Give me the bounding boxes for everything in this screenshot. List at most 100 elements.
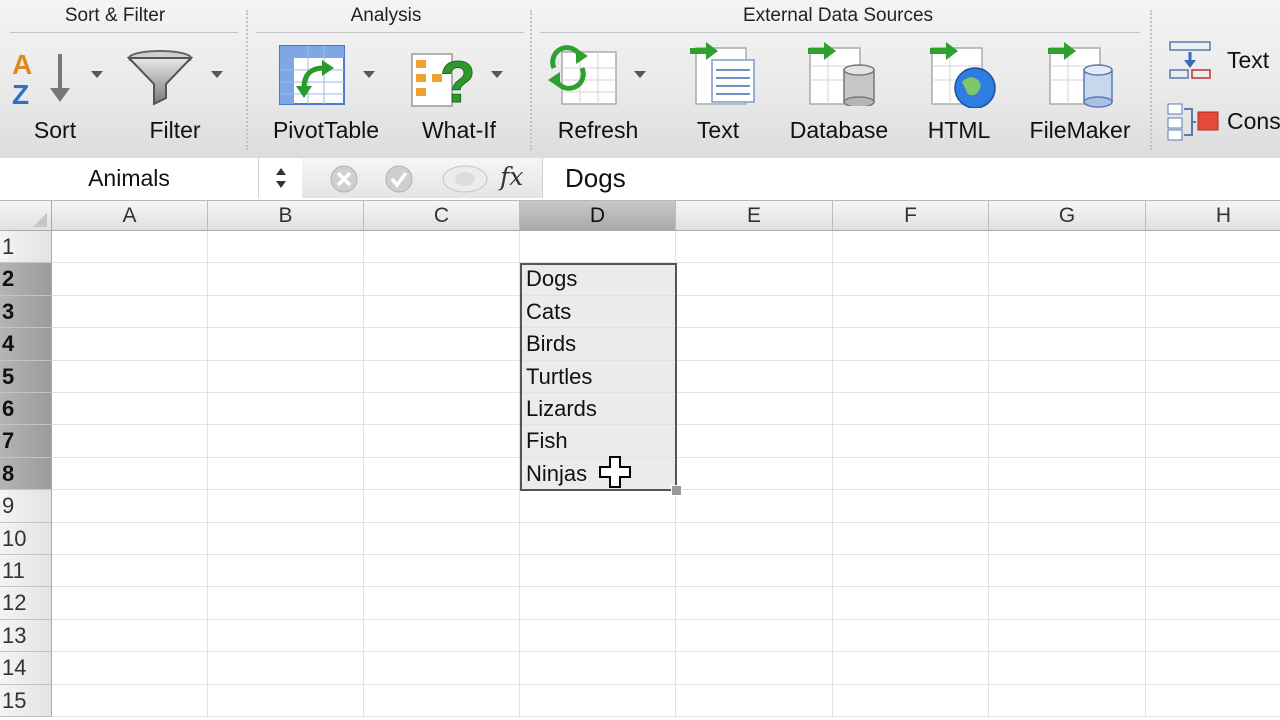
row-header-9[interactable]: 9 — [0, 490, 52, 523]
cell-c13[interactable] — [364, 619, 520, 653]
column-header-c[interactable]: C — [364, 201, 520, 231]
cell-e11[interactable] — [676, 555, 833, 588]
cell-b3[interactable] — [208, 295, 364, 329]
cell-e2[interactable] — [676, 263, 833, 296]
cell-h4[interactable] — [1146, 328, 1280, 361]
row-header-6[interactable]: 6 — [0, 393, 52, 426]
cell-b12[interactable] — [208, 587, 364, 620]
cell-h3[interactable] — [1146, 296, 1280, 329]
cell-b15[interactable] — [208, 684, 364, 717]
cell-d13[interactable] — [520, 619, 676, 653]
cell-f1[interactable] — [833, 231, 989, 264]
cell-d15[interactable] — [520, 684, 676, 717]
cell-d14[interactable] — [520, 652, 676, 685]
row-header-4[interactable]: 4 — [0, 328, 52, 361]
cancel-icon[interactable] — [329, 165, 359, 193]
cell-e7[interactable] — [676, 425, 833, 458]
cell-h13[interactable] — [1146, 620, 1280, 653]
cell-a10[interactable] — [52, 522, 208, 555]
cell-f4[interactable] — [833, 328, 989, 361]
chevron-down-icon[interactable] — [91, 71, 103, 78]
cell-b6[interactable] — [208, 393, 364, 426]
cell-h1[interactable] — [1146, 231, 1280, 264]
cell-a8[interactable] — [52, 457, 208, 491]
fx-icon[interactable]: fx — [500, 162, 523, 191]
cell-e5[interactable] — [676, 360, 833, 393]
row-header-5[interactable]: 5 — [0, 360, 52, 393]
cell-f12[interactable] — [833, 587, 989, 620]
row-header-7[interactable]: 7 — [0, 425, 52, 458]
cell-g4[interactable] — [989, 328, 1146, 361]
cell-a14[interactable] — [52, 652, 208, 685]
name-box-dropdown[interactable] — [260, 158, 303, 198]
cell-b1[interactable] — [208, 231, 364, 264]
row-header-8[interactable]: 8 — [0, 457, 52, 491]
cell-g13[interactable] — [989, 619, 1146, 653]
cell-a13[interactable] — [52, 619, 208, 653]
cell-f8[interactable] — [833, 457, 989, 491]
row-header-11[interactable]: 11 — [0, 555, 52, 588]
cell-g12[interactable] — [989, 587, 1146, 620]
cell-c11[interactable] — [364, 555, 520, 588]
cell-f6[interactable] — [833, 393, 989, 426]
cell-e4[interactable] — [676, 328, 833, 361]
row-header-3[interactable]: 3 — [0, 295, 52, 329]
function-wizard-icon[interactable] — [440, 165, 490, 193]
cell-c1[interactable] — [364, 231, 520, 264]
cell-d3[interactable]: Cats — [520, 295, 676, 329]
cell-a12[interactable] — [52, 587, 208, 620]
column-header-g[interactable]: G — [989, 201, 1146, 231]
cell-c10[interactable] — [364, 522, 520, 555]
cell-g10[interactable] — [989, 522, 1146, 555]
cell-g2[interactable] — [989, 263, 1146, 296]
cell-f3[interactable] — [833, 295, 989, 329]
cell-c5[interactable] — [364, 360, 520, 393]
cell-b14[interactable] — [208, 652, 364, 685]
cell-f5[interactable] — [833, 360, 989, 393]
row-header-10[interactable]: 10 — [0, 522, 52, 555]
cell-g11[interactable] — [989, 555, 1146, 588]
cell-e3[interactable] — [676, 295, 833, 329]
cell-g9[interactable] — [989, 490, 1146, 523]
cell-c12[interactable] — [364, 587, 520, 620]
row-header-12[interactable]: 12 — [0, 587, 52, 620]
cell-a6[interactable] — [52, 393, 208, 426]
cell-c9[interactable] — [364, 490, 520, 523]
cell-d12[interactable] — [520, 587, 676, 620]
cell-c4[interactable] — [364, 328, 520, 361]
cell-f11[interactable] — [833, 555, 989, 588]
row-header-13[interactable]: 13 — [0, 619, 52, 653]
cell-g7[interactable] — [989, 425, 1146, 458]
cell-g14[interactable] — [989, 652, 1146, 685]
cell-c14[interactable] — [364, 652, 520, 685]
cell-e8[interactable] — [676, 457, 833, 491]
cell-c7[interactable] — [364, 425, 520, 458]
cell-h2[interactable] — [1146, 263, 1280, 296]
chevron-down-icon[interactable] — [211, 71, 223, 78]
confirm-check-icon[interactable] — [384, 165, 414, 193]
cell-h15[interactable] — [1146, 685, 1280, 717]
cell-d4[interactable]: Birds — [520, 328, 676, 361]
cell-c6[interactable] — [364, 393, 520, 426]
cell-b10[interactable] — [208, 522, 364, 555]
cell-b4[interactable] — [208, 328, 364, 361]
chevron-down-icon[interactable] — [363, 71, 375, 78]
cell-h12[interactable] — [1146, 587, 1280, 620]
cell-e15[interactable] — [676, 684, 833, 717]
cell-f7[interactable] — [833, 425, 989, 458]
cell-e6[interactable] — [676, 393, 833, 426]
cell-h5[interactable] — [1146, 361, 1280, 393]
cell-a3[interactable] — [52, 295, 208, 329]
cell-d1[interactable] — [520, 231, 676, 264]
cell-a1[interactable] — [52, 231, 208, 264]
fill-handle[interactable] — [671, 485, 682, 497]
chevron-down-icon[interactable] — [491, 71, 503, 78]
column-header-h[interactable]: H — [1146, 201, 1280, 231]
cell-e1[interactable] — [676, 231, 833, 264]
cell-a5[interactable] — [52, 360, 208, 393]
row-header-1[interactable]: 1 — [0, 231, 52, 264]
cell-f13[interactable] — [833, 619, 989, 653]
cell-g5[interactable] — [989, 360, 1146, 393]
cell-a15[interactable] — [52, 684, 208, 717]
cell-f2[interactable] — [833, 263, 989, 296]
